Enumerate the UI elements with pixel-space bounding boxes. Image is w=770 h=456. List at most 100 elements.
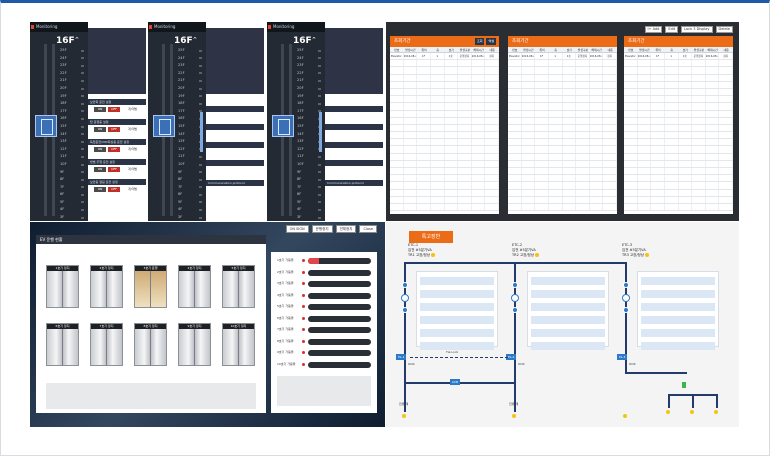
table-row[interactable] [624, 146, 733, 154]
on-button[interactable]: ON [94, 167, 106, 172]
table-row[interactable] [390, 160, 499, 168]
table-row[interactable] [624, 67, 733, 75]
floor-row[interactable]: 18F [297, 100, 321, 108]
table-row[interactable] [508, 60, 617, 68]
table-row[interactable] [390, 81, 499, 89]
table-row[interactable] [624, 88, 733, 97]
table-tool-button[interactable]: 엑셀 [486, 38, 496, 45]
table-row[interactable] [390, 88, 499, 97]
table-row[interactable] [508, 88, 617, 97]
floor-row[interactable]: 25F [178, 47, 202, 55]
table-row[interactable] [390, 182, 499, 190]
pl-3-tag[interactable]: PL-3 [617, 354, 628, 360]
table-row[interactable] [624, 182, 733, 190]
floor-row[interactable]: 4F [178, 206, 202, 214]
table-row[interactable] [390, 132, 499, 140]
table-row[interactable] [624, 74, 733, 82]
table-row[interactable] [508, 203, 617, 212]
elevator-door[interactable]: 8호기 정지 [134, 323, 167, 366]
table-row[interactable] [390, 117, 499, 125]
floor-row[interactable]: 3F [178, 214, 202, 221]
table-row[interactable] [624, 103, 733, 111]
table-row[interactable] [624, 189, 733, 197]
floor-row[interactable]: 23F [178, 62, 202, 70]
table-row[interactable] [508, 124, 617, 133]
floor-row[interactable]: 14F [178, 131, 202, 139]
table-row[interactable] [508, 96, 617, 104]
floor-row[interactable]: 13F [60, 138, 84, 146]
table-row[interactable] [624, 168, 733, 176]
floor-row[interactable]: 23F [297, 62, 321, 70]
table-row[interactable] [508, 160, 617, 168]
table-row[interactable] [624, 81, 733, 89]
floor-row[interactable]: 16F [60, 115, 84, 123]
floor-row[interactable]: 15F [297, 123, 321, 131]
breaker-node[interactable] [402, 307, 408, 313]
elevator-door[interactable]: 6호기 정지 [46, 323, 79, 366]
floor-row[interactable]: 25F [297, 47, 321, 55]
acb-tag[interactable]: ACB [450, 379, 461, 385]
table-row[interactable] [390, 153, 499, 161]
elevator-door[interactable]: 3호기 운행 [134, 265, 167, 308]
floor-row[interactable]: 22F [178, 70, 202, 78]
breaker-node[interactable] [512, 282, 518, 288]
floor-row[interactable]: 21F [178, 77, 202, 85]
table-row[interactable] [624, 160, 733, 168]
stop-all-button[interactable]: 전체정지 [335, 225, 357, 233]
table-row[interactable] [508, 153, 617, 161]
table-row[interactable] [624, 117, 733, 125]
floor-row[interactable]: 14F [60, 131, 84, 139]
table-row[interactable] [624, 124, 733, 133]
floor-row[interactable]: 17F [178, 108, 202, 116]
table-row[interactable] [624, 96, 733, 104]
floor-row[interactable]: 8F [297, 176, 321, 184]
floor-row[interactable]: 5F [178, 199, 202, 207]
stop-button[interactable]: 운행정지 [311, 225, 333, 233]
table-row[interactable] [390, 146, 499, 154]
table-row[interactable] [390, 96, 499, 104]
add-button[interactable]: I+ Add [644, 26, 663, 33]
elevator-door[interactable]: 2호기 정지 [90, 265, 123, 308]
floor-row[interactable]: 7F [60, 184, 84, 192]
table-row[interactable] [390, 103, 499, 111]
floor-row[interactable]: 12F [178, 146, 202, 154]
table-row[interactable] [508, 196, 617, 204]
floor-row[interactable]: 7F [178, 184, 202, 192]
floor-row[interactable]: 15F [60, 123, 84, 131]
floor-row[interactable]: 24F [297, 55, 321, 63]
floor-row[interactable]: 21F [297, 77, 321, 85]
table-row[interactable] [624, 139, 733, 147]
floor-row[interactable]: 9F [178, 169, 202, 177]
table-row[interactable] [624, 203, 733, 212]
position-slider[interactable] [319, 112, 322, 152]
position-slider[interactable] [200, 112, 203, 152]
floor-row[interactable]: 11F [297, 153, 321, 161]
floor-row[interactable]: 4F [60, 206, 84, 214]
floor-row[interactable]: 10F [178, 161, 202, 169]
edit-button[interactable]: Edit [665, 26, 679, 33]
elevator-door[interactable]: 5호기 정지 [222, 265, 255, 308]
floor-row[interactable]: 6F [178, 191, 202, 199]
table-row[interactable] [624, 153, 733, 161]
table-row[interactable] [390, 60, 499, 68]
floor-row[interactable]: 20F [178, 85, 202, 93]
floor-row[interactable]: 15F [178, 123, 202, 131]
floor-row[interactable]: 21F [60, 77, 84, 85]
floor-row[interactable]: 4F [297, 206, 321, 214]
table-row[interactable] [508, 74, 617, 82]
table-row[interactable] [624, 196, 733, 204]
elevator-door[interactable]: 7호기 정지 [90, 323, 123, 366]
breaker-node[interactable] [402, 282, 408, 288]
on-button[interactable]: ON [94, 127, 106, 132]
floor-row[interactable]: 25F [60, 47, 84, 55]
branch-switch-tag[interactable] [682, 382, 686, 388]
floor-row[interactable]: 18F [60, 100, 84, 108]
off-button[interactable]: OFF [108, 187, 120, 192]
floor-row[interactable]: 11F [60, 153, 84, 161]
table-row[interactable] [508, 67, 617, 75]
floor-row[interactable]: 9F [60, 169, 84, 177]
on-button[interactable]: ON [94, 107, 106, 112]
floor-row[interactable]: 12F [60, 146, 84, 154]
floor-row[interactable]: 16F [178, 115, 202, 123]
table-row[interactable] [390, 168, 499, 176]
